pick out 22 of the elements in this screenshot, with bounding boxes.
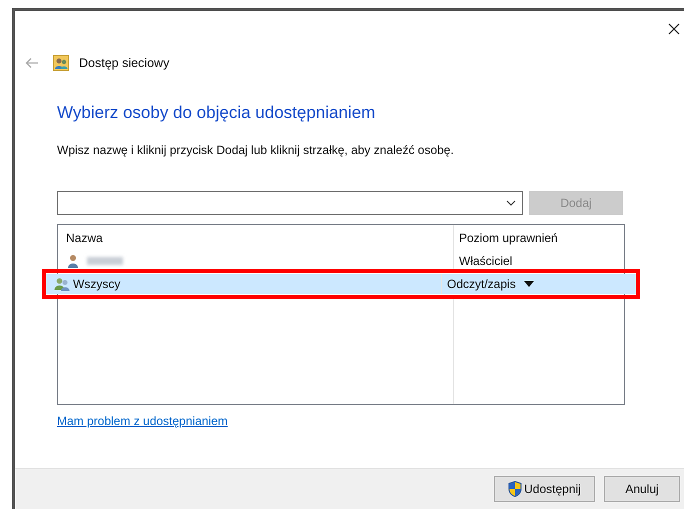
heading: Wybierz osoby do objęcia udostępnianiem — [57, 103, 376, 123]
user-name: Wszyscy — [73, 277, 120, 291]
person-icon — [66, 254, 80, 268]
permission-level: Właściciel — [459, 254, 512, 268]
dropdown-arrow-icon[interactable] — [524, 281, 534, 287]
list-row[interactable]: Wszyscy Odczyt/zapis — [46, 274, 636, 294]
list-row[interactable]: Właściciel — [58, 251, 624, 271]
share-button[interactable]: Udostępnij — [494, 476, 595, 502]
help-link[interactable]: Mam problem z udostępnianiem — [57, 414, 228, 428]
name-combo-field[interactable] — [57, 191, 523, 215]
people-icon — [53, 55, 69, 71]
instruction-text: Wpisz nazwę i kliknij przycisk Dodaj lub kliknij strzałkę, aby znaleźć osobę. — [57, 143, 455, 157]
shield-icon — [508, 481, 522, 497]
window-title: Dostęp sieciowy — [79, 56, 170, 70]
people-icon — [54, 277, 70, 291]
column-header[interactable]: Nazwa — [58, 225, 454, 251]
chevron-down-icon[interactable] — [506, 200, 516, 206]
close-icon[interactable] — [668, 23, 680, 35]
column-header[interactable]: Poziom uprawnień — [454, 225, 624, 251]
cancel-button[interactable]: Anuluj — [604, 476, 680, 502]
blurred-name — [87, 257, 123, 265]
permission-level[interactable]: Odczyt/zapis — [447, 277, 516, 291]
